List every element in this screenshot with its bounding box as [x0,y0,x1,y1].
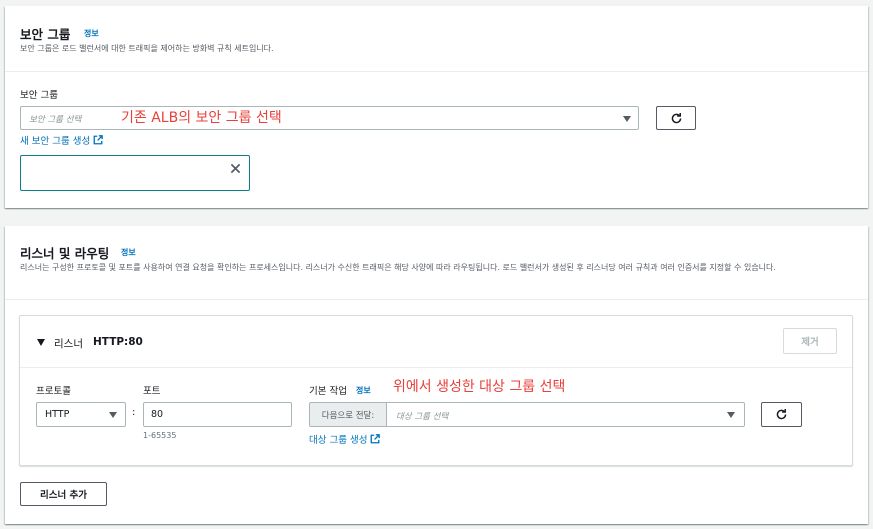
create-security-group-label: 새 보안 그룹 생성 [20,136,91,147]
default-action-info-link[interactable]: 정보 [356,385,371,396]
external-link-icon [93,135,104,145]
listeners-info-link[interactable]: 정보 [121,247,136,258]
close-icon[interactable] [230,163,241,174]
target-group-refresh-button[interactable] [761,402,802,427]
security-groups-title: 보안 그룹 [20,27,71,42]
external-link-icon [371,434,381,444]
chevron-down-icon [727,412,735,418]
listeners-title: 리스너 및 라우팅 [20,246,110,261]
create-target-group-link[interactable]: 대상 그룹 생성 [309,432,381,446]
refresh-icon [671,112,681,123]
chevron-down-icon [109,412,117,418]
protocol-select[interactable]: HTTP [36,402,126,427]
port-separator: : [132,407,136,418]
chevron-down-icon [623,116,631,122]
protocol-value: HTTP [45,409,70,420]
security-groups-description: 보안 그룹은 로드 밸런서에 대한 트래픽을 제어하는 방화벽 규칙 세트입니다… [20,44,274,53]
protocol-label: 프로토콜 [36,386,71,397]
listeners-description: 리스너는 구성한 프로토콜 및 포트를 사용하여 연결 요청을 확인하는 프로세… [20,263,776,272]
listener-header [20,316,852,368]
forward-to-prefix: 다음으로 전달: [309,402,386,427]
refresh-icon [776,408,787,420]
port-label: 포트 [143,386,161,397]
security-groups-header [5,6,868,72]
target-group-select-placeholder: 대상 그룹 선택 [396,412,449,422]
target-group-annotation: 위에서 생성한 대상 그룹 선택 [393,379,566,395]
default-action-label: 기본 작업 [309,386,347,397]
selected-security-groups-box [20,155,250,191]
listener-name: HTTP:80 [93,336,143,348]
add-listener-button[interactable]: 리스너 추가 [20,482,107,506]
security-groups-field-label: 보안 그룹 [20,90,58,101]
port-input[interactable]: 80 [143,402,292,427]
security-groups-annotation: 기존 ALB의 보안 그룹 선택 [121,110,282,126]
listener-container: 리스너 HTTP:80 제거 프로토콜 포트 기본 작업 정보 위에서 생성한 … [19,315,853,466]
security-groups-panel: 보안 그룹 정보 보안 그룹은 로드 밸런서에 대한 트래픽을 제어하는 방화벽… [5,6,868,208]
create-security-group-link[interactable]: 새 보안 그룹 생성 [20,133,104,147]
create-target-group-label: 대상 그룹 생성 [309,435,368,446]
target-group-select[interactable]: 대상 그룹 선택 [386,402,745,427]
security-groups-select[interactable]: 보안 그룹 선택 [20,106,639,130]
security-groups-info-link[interactable]: 정보 [84,28,99,39]
port-hint: 1-65535 [143,431,177,440]
listener-label: 리스너 [54,338,83,350]
remove-listener-button[interactable]: 제거 [783,328,837,354]
listeners-panel: 리스너 및 라우팅 정보 리스너는 구성한 프로토콜 및 포트를 사용하여 연결… [5,226,868,524]
security-groups-refresh-button[interactable] [656,106,696,130]
caret-down-icon[interactable] [37,339,45,346]
security-groups-select-placeholder: 보안 그룹 선택 [29,115,82,125]
